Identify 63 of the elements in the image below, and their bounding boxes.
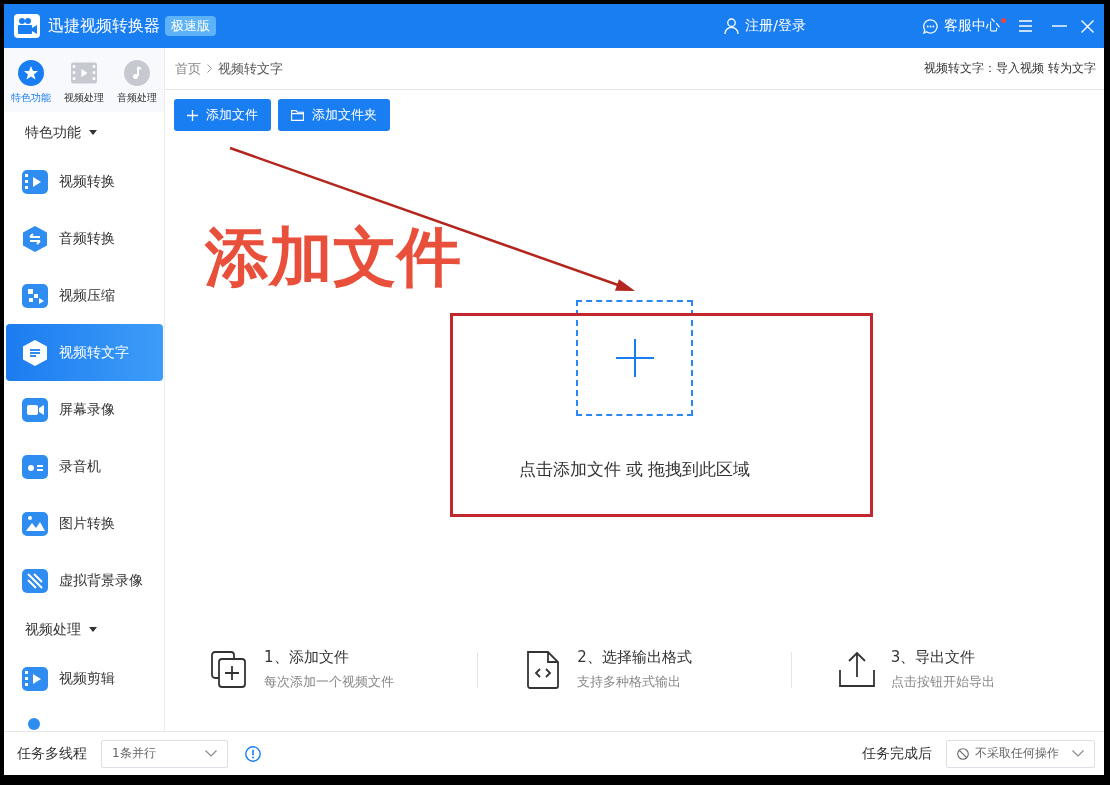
breadcrumb-current: 视频转文字: [218, 59, 283, 78]
close-icon[interactable]: [1081, 19, 1094, 33]
chat-icon: [923, 18, 938, 34]
circle-icon: [28, 718, 40, 730]
threads-select[interactable]: 1条并行: [101, 739, 228, 768]
step-title: 2、选择输出格式: [577, 648, 692, 667]
section-header[interactable]: 视频处理: [4, 609, 164, 650]
film-play-icon: [22, 168, 48, 195]
sidebar-item[interactable]: 音频转换: [6, 210, 163, 267]
category-tab[interactable]: 视频处理: [57, 48, 111, 112]
add-folder-button[interactable]: 添加文件夹: [278, 99, 390, 131]
caret-down-icon: [89, 627, 97, 632]
upload-icon: [836, 649, 877, 690]
step-title: 1、添加文件: [264, 648, 349, 667]
threads-label: 任务多线程: [17, 744, 87, 763]
step-description: 每次添加一个视频文件: [264, 673, 394, 691]
drop-zone[interactable]: [576, 300, 693, 416]
chevron-down-icon: [205, 750, 217, 757]
sidebar-item[interactable]: 虚拟背景录像: [6, 552, 163, 609]
image-icon: [22, 510, 48, 537]
sidebar-item[interactable]: 视频转换: [6, 153, 163, 210]
after-task-select[interactable]: 不采取任何操作: [946, 739, 1095, 768]
login-button[interactable]: 注册/登录: [724, 17, 806, 35]
chevron-right-icon: [207, 64, 212, 73]
sidebar-item[interactable]: 录音机: [6, 438, 163, 495]
sidebar-item[interactable]: 视频压缩: [6, 267, 163, 324]
add-file-button[interactable]: 添加文件: [174, 99, 271, 131]
music-disc-icon: [124, 60, 151, 86]
info-icon[interactable]: [245, 745, 261, 762]
hexagon-arrows-icon: [22, 225, 48, 252]
sidebar-item[interactable]: 屏幕录像: [6, 381, 163, 438]
squares-icon: [22, 282, 48, 309]
film-icon: [71, 60, 97, 86]
app-title: 迅捷视频转换器: [48, 15, 160, 37]
hexagon-lines-icon: [22, 339, 48, 366]
page-hint: 视频转文字：导入视频 转为文字: [924, 60, 1096, 77]
breadcrumb-link[interactable]: 首页: [175, 59, 201, 78]
caret-down-icon: [89, 130, 97, 135]
after-task-label: 任务完成后: [862, 744, 932, 763]
step-description: 支持多种格式输出: [577, 673, 682, 691]
category-tab[interactable]: 特色功能: [4, 48, 58, 112]
step-title: 3、导出文件: [890, 648, 976, 667]
radio-icon: [22, 453, 48, 480]
stripes-icon: [22, 567, 48, 594]
camera-logo-icon: [14, 14, 40, 38]
video-camera-icon: [22, 396, 48, 423]
chevron-down-icon: [1072, 750, 1084, 757]
film-play-icon: [22, 665, 48, 692]
annotation-label: 添加文件: [205, 224, 461, 292]
step-description: 点击按钮开始导出: [890, 673, 995, 691]
menu-icon[interactable]: [1019, 20, 1032, 32]
edition-badge: 极速版: [165, 16, 216, 36]
plus-icon: [615, 339, 654, 377]
support-button[interactable]: 客服中心: [923, 17, 1006, 35]
sidebar-item[interactable]: 图片转换: [6, 495, 163, 552]
sidebar-item[interactable]: 视频剪辑: [6, 650, 163, 707]
drop-hint: 点击添加文件 或 拖拽到此区域: [518, 459, 751, 479]
section-header[interactable]: 特色功能: [4, 112, 164, 153]
plus-icon: [187, 109, 198, 121]
ban-icon: [957, 747, 969, 760]
category-tab[interactable]: 音频处理: [110, 48, 164, 112]
folder-icon: [291, 109, 304, 121]
user-icon: [724, 17, 740, 35]
